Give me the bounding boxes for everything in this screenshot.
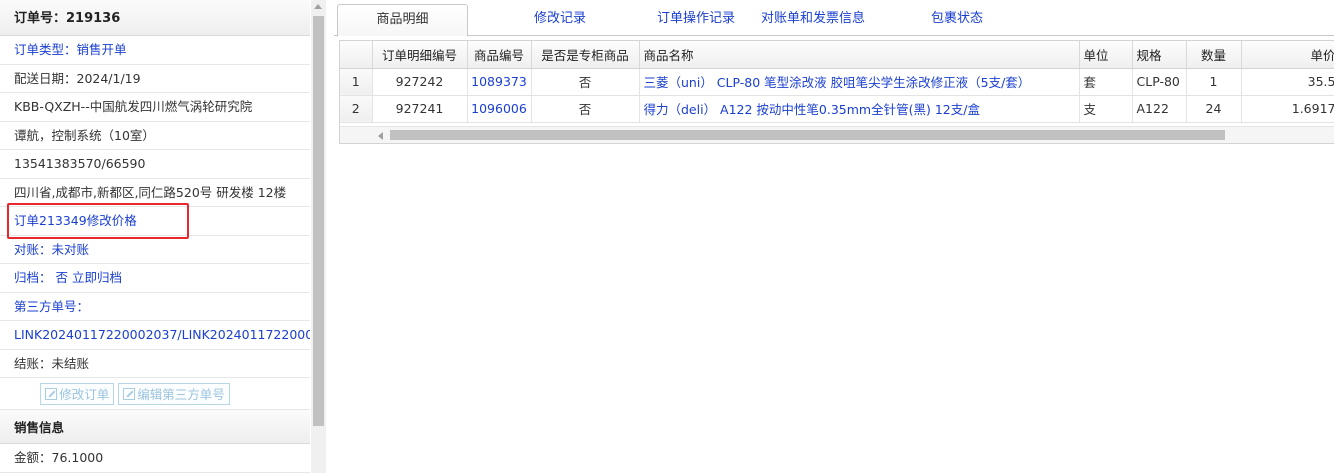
edit-icon bbox=[123, 387, 136, 400]
col-header-qty[interactable]: 数量 bbox=[1186, 41, 1242, 69]
tab-statement-invoice[interactable]: 对账单和发票信息 bbox=[748, 4, 878, 36]
product-table: 订单明细编号 商品编号 是否是专柜商品 商品名称 单位 规格 数量 单价 1 9… bbox=[340, 41, 1334, 123]
tab-modify-records[interactable]: 修改记录 bbox=[494, 4, 626, 36]
tab-package-status[interactable]: 包裹状态 bbox=[902, 4, 1012, 36]
tab-product-details[interactable]: 商品明细 bbox=[337, 4, 468, 37]
contact-phone: 13541383570/66590 bbox=[0, 150, 310, 179]
contact-person: 谭航，控制系统（10室） bbox=[0, 122, 310, 150]
third-party-label: 第三方单号： bbox=[0, 293, 310, 321]
table-header-row: 订单明细编号 商品编号 是否是专柜商品 商品名称 单位 规格 数量 单价 bbox=[340, 41, 1334, 69]
order-info-scroll-area: 订单号：219136 订单类型：销售开单 配送日期：2024/1/19 KBB-… bbox=[0, 0, 310, 473]
edit-order-button[interactable]: 修改订单 bbox=[40, 382, 115, 405]
sales-amount: 金额：76.1000 bbox=[0, 444, 310, 473]
cell-spec: A122 bbox=[1132, 95, 1187, 123]
sales-info-title: 销售信息 bbox=[0, 410, 310, 444]
third-party-value[interactable]: LINK20240117220002037/LINK20240117220002… bbox=[0, 321, 310, 350]
edit-third-party-button[interactable]: 编辑第三方单号 bbox=[118, 382, 230, 405]
row-index: 1 bbox=[340, 68, 373, 96]
price-change-link[interactable]: 订单213349修改价格 bbox=[0, 207, 310, 236]
edit-icon bbox=[45, 387, 58, 400]
order-info-panel: 订单号：219136 订单类型：销售开单 配送日期：2024/1/19 KBB-… bbox=[0, 0, 326, 473]
scroll-left-arrow-icon[interactable] bbox=[378, 132, 383, 140]
delivery-address: 四川省,成都市,新都区,同仁路520号 研发楼 12楼 bbox=[0, 179, 310, 207]
col-header-product-no[interactable]: 商品编号 bbox=[467, 41, 532, 69]
cell-product-no-link[interactable]: 1089373 bbox=[467, 68, 532, 96]
row-index: 2 bbox=[340, 95, 373, 123]
cell-price: 1.6917 bbox=[1241, 95, 1334, 123]
cell-detail-no: 927242 bbox=[372, 68, 468, 96]
reconcile-status[interactable]: 对账：未对账 bbox=[0, 236, 310, 264]
detail-panel: 商品明细 修改记录 订单操作记录 对账单和发票信息 包裹状态 订单明细编号 商品… bbox=[334, 0, 1334, 473]
cell-qty: 1 bbox=[1186, 68, 1242, 96]
col-header-name[interactable]: 商品名称 bbox=[639, 41, 1080, 69]
table-row[interactable]: 2 927241 1096006 否 得力（deli） A122 按动中性笔0.… bbox=[340, 95, 1334, 123]
cell-counter: 否 bbox=[531, 95, 640, 123]
edit-third-party-label: 编辑第三方单号 bbox=[137, 387, 225, 402]
cell-spec: CLP-80 bbox=[1132, 68, 1187, 96]
product-grid: 订单明细编号 商品编号 是否是专柜商品 商品名称 单位 规格 数量 单价 1 9… bbox=[339, 40, 1334, 144]
col-header-detail-no[interactable]: 订单明细编号 bbox=[372, 41, 468, 69]
cell-detail-no: 927241 bbox=[372, 95, 468, 123]
archive-status[interactable]: 归档： 否 立即归档 bbox=[0, 264, 310, 293]
settle-status: 结账：未结账 bbox=[0, 350, 310, 378]
col-header-price[interactable]: 单价 bbox=[1241, 41, 1334, 69]
cell-price: 35.5 bbox=[1241, 68, 1334, 96]
cell-product-no-link[interactable]: 1096006 bbox=[467, 95, 532, 123]
cell-counter: 否 bbox=[531, 68, 640, 96]
col-header-spec[interactable]: 规格 bbox=[1132, 41, 1187, 69]
col-header-unit[interactable]: 单位 bbox=[1079, 41, 1133, 69]
scroll-thumb[interactable] bbox=[313, 16, 324, 426]
grid-horizontal-scrollbar[interactable] bbox=[340, 126, 1334, 143]
delivery-date: 配送日期：2024/1/19 bbox=[0, 65, 310, 93]
scroll-up-arrow-icon[interactable] bbox=[314, 4, 322, 9]
order-type: 订单类型：销售开单 bbox=[0, 36, 310, 65]
col-header-counter[interactable]: 是否是专柜商品 bbox=[531, 41, 640, 69]
detail-tabs: 商品明细 修改记录 订单操作记录 对账单和发票信息 包裹状态 bbox=[334, 4, 1334, 37]
order-number-title: 订单号：219136 bbox=[0, 0, 310, 36]
cell-product-name-link[interactable]: 三菱（uni） CLP-80 笔型涂改液 胶咀笔尖学生涂改修正液（5支/套） bbox=[639, 68, 1080, 96]
scroll-thumb-horizontal[interactable] bbox=[390, 130, 1225, 140]
left-vertical-scrollbar[interactable] bbox=[311, 0, 326, 473]
order-action-buttons: 修改订单 编辑第三方单号 bbox=[0, 378, 310, 410]
cell-qty: 24 bbox=[1186, 95, 1242, 123]
order-type-text: 订单类型：销售开单 bbox=[14, 42, 127, 57]
cell-unit: 支 bbox=[1079, 95, 1133, 123]
order-detail-page: 订单号：219136 订单类型：销售开单 配送日期：2024/1/19 KBB-… bbox=[0, 0, 1334, 473]
table-row[interactable]: 1 927242 1089373 否 三菱（uni） CLP-80 笔型涂改液 … bbox=[340, 68, 1334, 96]
cell-unit: 套 bbox=[1079, 68, 1133, 96]
col-header-index bbox=[340, 41, 373, 69]
customer-name: KBB-QXZH--中国航发四川燃气涡轮研究院 bbox=[0, 93, 310, 122]
edit-order-label: 修改订单 bbox=[59, 387, 110, 402]
cell-product-name-link[interactable]: 得力（deli） A122 按动中性笔0.35mm全针管(黑) 12支/盒 bbox=[639, 95, 1080, 123]
